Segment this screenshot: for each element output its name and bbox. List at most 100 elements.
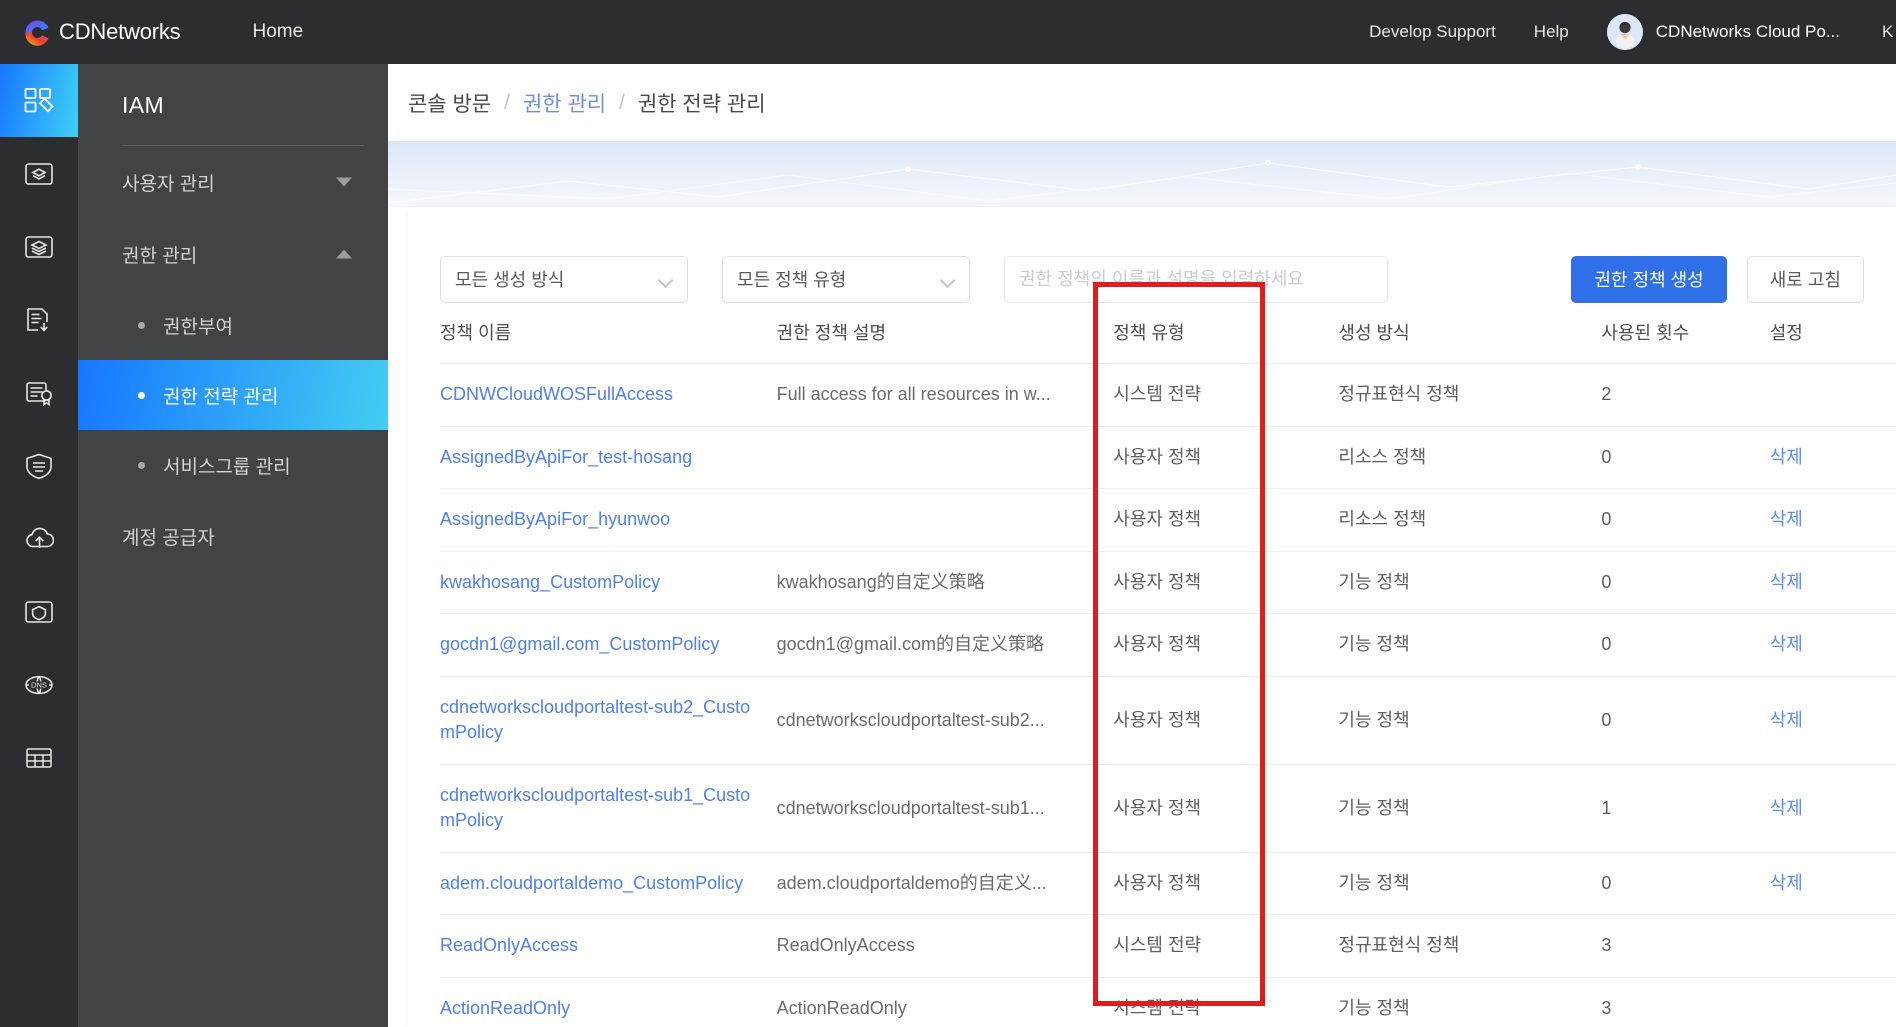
cell-creation-method: 기능 정책 — [1338, 764, 1601, 852]
rail-item-shield-badge[interactable] — [0, 137, 78, 210]
delete-link[interactable]: 삭제 — [1770, 873, 1803, 893]
table-row[interactable]: gocdn1@gmail.com_CustomPolicy gocdn1@gma… — [440, 614, 1896, 677]
column-header-settings[interactable]: 설정 — [1770, 305, 1896, 364]
delete-link[interactable]: 삭제 — [1770, 447, 1803, 467]
dashboard-icon — [24, 87, 54, 115]
policy-name-link[interactable]: ActionReadOnly — [440, 996, 594, 1022]
table-row[interactable]: cdnetworkscloudportaltest-sub2_CustomPol… — [440, 676, 1896, 764]
cell-policy-type: 사용자 정책 — [1113, 676, 1338, 764]
column-header-policy-type[interactable]: 정책 유형 — [1113, 305, 1338, 364]
cell-used-count: 0 — [1601, 614, 1769, 677]
delete-link[interactable]: 삭제 — [1770, 509, 1803, 529]
cell-creation-method: 기능 정책 — [1338, 978, 1601, 1027]
sidebar-group-label: 권한 관리 — [122, 241, 197, 268]
sidebar-group-user-management[interactable]: 사용자 관리 — [78, 146, 388, 218]
filter-toolbar: 모든 생성 방식 모든 정책 유형 권한 정책 생성 새로 고침 — [408, 207, 1896, 305]
policy-table: 정책 이름 권한 정책 설명 정책 유형 생성 방식 사용된 횟수 설정 CDN… — [440, 305, 1896, 1027]
bullet-icon — [138, 392, 145, 399]
cell-used-count: 2 — [1601, 364, 1769, 427]
brand[interactable]: CDNetworks — [24, 19, 180, 46]
filter-creation-method-select[interactable]: 모든 생성 방식 — [440, 256, 688, 303]
sidebar-item-label: 서비스그룹 관리 — [163, 452, 291, 479]
rail-item-cloud-upload[interactable] — [0, 502, 78, 575]
sidebar-item-label: 권한부여 — [163, 312, 233, 339]
cell-settings: 삭제 — [1770, 852, 1896, 915]
develop-support-link[interactable]: Develop Support — [1369, 22, 1496, 42]
rail-item-document-download[interactable] — [0, 283, 78, 356]
policy-name-link[interactable]: cdnetworkscloudportaltest-sub2_CustomPol… — [440, 695, 777, 746]
cell-creation-method: 기능 정책 — [1338, 614, 1601, 677]
chevron-up-icon[interactable] — [336, 250, 352, 259]
cell-policy-type: 사용자 정책 — [1113, 764, 1338, 852]
table-header-row: 정책 이름 권한 정책 설명 정책 유형 생성 방식 사용된 횟수 설정 — [440, 305, 1896, 364]
cdnetworks-logo-icon — [24, 19, 51, 46]
search-input[interactable] — [1019, 269, 1373, 290]
cell-creation-method: 기능 정책 — [1338, 676, 1601, 764]
nav-home[interactable]: Home — [252, 21, 303, 43]
cell-creation-method: 기능 정책 — [1338, 551, 1601, 614]
column-header-policy-desc[interactable]: 권한 정책 설명 — [777, 305, 1114, 364]
table-row[interactable]: ActionReadOnly ActionReadOnly 시스템 전략 기능 … — [440, 978, 1896, 1027]
policy-name-link[interactable]: gocdn1@gmail.com_CustomPolicy — [440, 632, 743, 658]
cell-policy-name: CDNWCloudWOSFullAccess — [440, 364, 777, 427]
help-link[interactable]: Help — [1534, 22, 1569, 42]
policy-name-link[interactable]: AssignedByApiFor_test-hosang — [440, 445, 716, 471]
sidebar-group-permission-management[interactable]: 권한 관리 — [78, 218, 388, 290]
chevron-down-icon[interactable] — [336, 178, 352, 187]
delete-link[interactable]: 삭제 — [1770, 634, 1803, 654]
sidebar-item-policy-management[interactable]: 권한 전략 관리 — [78, 360, 388, 430]
column-header-policy-name[interactable]: 정책 이름 — [440, 305, 777, 364]
rail-item-dns[interactable]: DNS — [0, 648, 78, 721]
table-row[interactable]: AssignedByApiFor_hyunwoo 사용자 정책 리소스 정책 0… — [440, 489, 1896, 552]
cell-policy-name: cdnetworkscloudportaltest-sub1_CustomPol… — [440, 764, 777, 852]
top-header: CDNetworks Home Develop Support Help CDN… — [0, 0, 1896, 64]
rail-item-certificate[interactable] — [0, 356, 78, 429]
delete-link[interactable]: 삭제 — [1770, 572, 1803, 592]
table-row[interactable]: cdnetworkscloudportaltest-sub1_CustomPol… — [440, 764, 1896, 852]
chevron-down-icon — [941, 275, 955, 284]
filter-policy-type-select[interactable]: 모든 정책 유형 — [722, 256, 970, 303]
policy-name-link[interactable]: CDNWCloudWOSFullAccess — [440, 382, 697, 408]
create-policy-button[interactable]: 권한 정책 생성 — [1571, 256, 1726, 303]
policy-name-link[interactable]: adem.cloudportaldemo_CustomPolicy — [440, 871, 767, 897]
avatar[interactable] — [1607, 14, 1643, 50]
column-header-creation-method[interactable]: 생성 방식 — [1338, 305, 1601, 364]
document-download-icon — [24, 306, 54, 334]
bullet-icon — [138, 462, 145, 469]
cell-policy-name: adem.cloudportaldemo_CustomPolicy — [440, 852, 777, 915]
refresh-button[interactable]: 새로 고침 — [1747, 256, 1864, 303]
table-row[interactable]: kwakhosang_CustomPolicy kwakhosang的自定义策略… — [440, 551, 1896, 614]
sidebar-group-account-provider[interactable]: 계정 공급자 — [78, 500, 388, 572]
delete-link[interactable]: 삭제 — [1770, 798, 1803, 818]
policy-name-link[interactable]: AssignedByApiFor_hyunwoo — [440, 507, 694, 533]
breadcrumb-item-permission[interactable]: 권한 관리 — [523, 88, 606, 118]
account-name[interactable]: CDNetworks Cloud Po... — [1656, 22, 1840, 42]
sidebar-title: IAM — [78, 64, 388, 119]
rail-item-security-shield[interactable] — [0, 429, 78, 502]
table-row[interactable]: AssignedByApiFor_test-hosang 사용자 정책 리소스 … — [440, 426, 1896, 489]
cell-settings — [1770, 978, 1896, 1027]
rail-item-grid-table[interactable] — [0, 721, 78, 794]
decorative-banner — [388, 141, 1896, 207]
policy-name-link[interactable]: cdnetworkscloudportaltest-sub1_CustomPol… — [440, 783, 777, 834]
sidebar-item-service-group-management[interactable]: 서비스그룹 관리 — [78, 430, 388, 500]
rail-item-layers[interactable] — [0, 210, 78, 283]
cell-used-count: 0 — [1601, 551, 1769, 614]
delete-link[interactable]: 삭제 — [1770, 710, 1803, 730]
breadcrumb-item-console[interactable]: 콘솔 방문 — [408, 88, 491, 118]
search-box[interactable] — [1004, 256, 1388, 303]
policy-name-link[interactable]: kwakhosang_CustomPolicy — [440, 570, 684, 596]
table-row[interactable]: adem.cloudportaldemo_CustomPolicy adem.c… — [440, 852, 1896, 915]
table-row[interactable]: ReadOnlyAccess ReadOnlyAccess 시스템 전략 정규표… — [440, 915, 1896, 978]
policy-name-link[interactable]: ReadOnlyAccess — [440, 933, 602, 959]
table-row[interactable]: CDNWCloudWOSFullAccess Full access for a… — [440, 364, 1896, 427]
column-header-used-count[interactable]: 사용된 횟수 — [1601, 305, 1769, 364]
cell-settings: 삭제 — [1770, 551, 1896, 614]
rail-item-dashboard[interactable] — [0, 64, 78, 137]
breadcrumb-separator: / — [619, 91, 625, 115]
cell-policy-desc: adem.cloudportaldemo的自定义... — [777, 852, 1114, 915]
security-shield-icon — [24, 452, 54, 480]
rail-item-package-shield[interactable] — [0, 575, 78, 648]
filter-policy-type-value: 모든 정책 유형 — [737, 266, 846, 292]
sidebar-item-grant-permission[interactable]: 권한부여 — [78, 290, 388, 360]
